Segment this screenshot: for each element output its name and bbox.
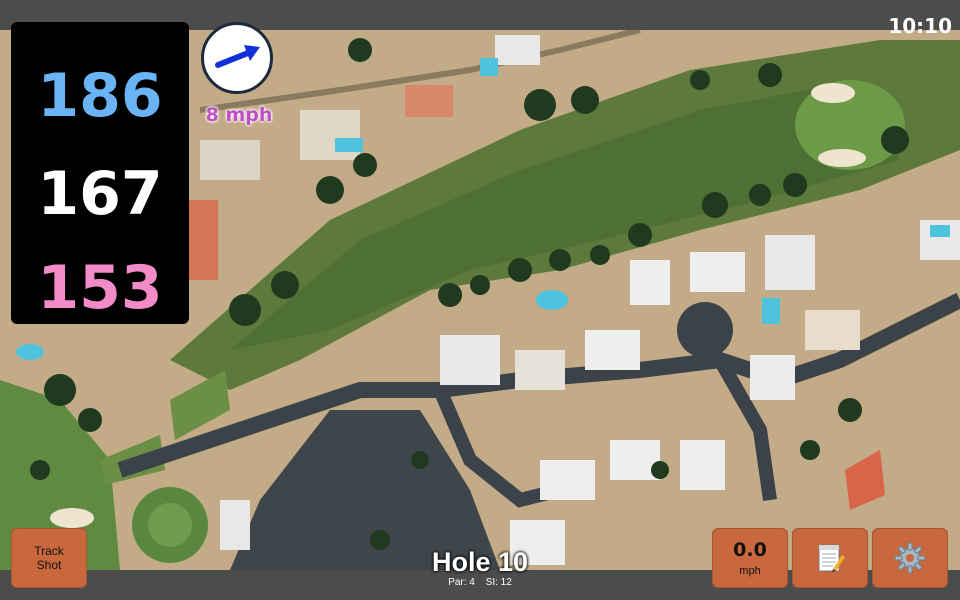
wind-speed: 8 mph <box>205 104 273 126</box>
gear-icon <box>894 542 926 574</box>
front-distance: 153 <box>37 253 163 323</box>
hole-title: Hole 10 <box>431 547 529 577</box>
settings-button[interactable] <box>872 528 948 588</box>
wind-indicator <box>201 22 273 94</box>
speed-value: 0.0 <box>733 539 767 561</box>
notes-button[interactable] <box>792 528 868 588</box>
hole-si: SI: 12 <box>485 577 512 588</box>
arrow-icon <box>215 45 260 68</box>
speed-button[interactable]: 0.0 mph <box>712 528 788 588</box>
center-distance: 167 <box>37 159 163 229</box>
speed-unit: mph <box>739 565 761 577</box>
hole-info: Par: 4 SI: 12 <box>400 577 560 588</box>
track-shot-button[interactable]: Track Shot <box>11 528 87 588</box>
track-shot-label-line2: Shot <box>36 558 62 572</box>
distance-panel: 186 167 153 <box>11 22 189 324</box>
clock: 10:10 <box>888 14 952 38</box>
hole-par: Par: 4 <box>448 577 475 588</box>
track-shot-label-line1: Track <box>34 544 64 558</box>
back-distance: 186 <box>37 61 163 131</box>
notepad-icon <box>818 544 845 572</box>
